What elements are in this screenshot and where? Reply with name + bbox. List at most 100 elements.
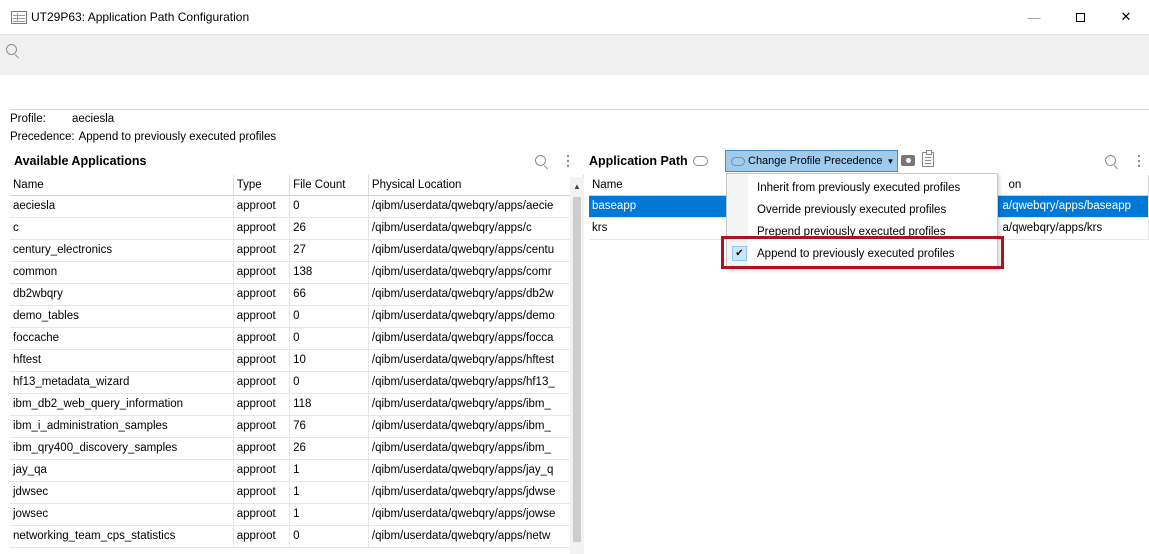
table-cell: 138 bbox=[289, 261, 369, 284]
table-row[interactable]: ibm_db2_web_query_information approot 118/… bbox=[10, 393, 585, 416]
table-cell: a/qwebqry/apps/krs bbox=[995, 217, 1149, 240]
table-cell: /qibm/userdata/qwebqry/apps/netw bbox=[368, 525, 585, 548]
search-icon[interactable] bbox=[6, 44, 19, 57]
table-cell: /qibm/userdata/qwebqry/apps/comr bbox=[368, 261, 585, 284]
change-profile-precedence-button[interactable]: Change Profile Precedence ▼ bbox=[725, 150, 898, 172]
table-cell: 76 bbox=[289, 415, 369, 438]
available-applications-table: Name Type File Count Physical Location aeci… bbox=[10, 175, 585, 548]
table-row[interactable]: jdwsec approot 1/qibm/userdata/qwebqry/app… bbox=[10, 481, 585, 504]
table-cell: /qibm/userdata/qwebqry/apps/hf13_ bbox=[368, 371, 585, 394]
table-row[interactable]: db2wbqry approot 66/qibm/userdata/qwebqry/… bbox=[10, 283, 585, 306]
table-cell: approot bbox=[233, 217, 291, 240]
column-header[interactable]: on bbox=[995, 175, 1149, 196]
clipboard-icon[interactable] bbox=[922, 150, 934, 167]
table-cell: approot bbox=[233, 393, 291, 416]
table-cell: ibm_i_administration_samples bbox=[10, 415, 234, 438]
table-cell: /qibm/userdata/qwebqry/apps/ibm_ bbox=[368, 415, 585, 438]
table-cell: /qibm/userdata/qwebqry/apps/ibm_ bbox=[368, 437, 585, 460]
table-cell: approot bbox=[233, 525, 291, 548]
maximize-button[interactable] bbox=[1057, 0, 1103, 34]
table-cell: /qibm/userdata/qwebqry/apps/aecie bbox=[368, 195, 585, 218]
table-cell: 1 bbox=[289, 481, 369, 504]
table-row[interactable]: hf13_metadata_wizard approot 0/qibm/userda… bbox=[10, 371, 585, 394]
search-icon[interactable] bbox=[1105, 155, 1118, 168]
table-row[interactable]: aeciesla approot 0/qibm/userdata/qwebqry/a… bbox=[10, 195, 585, 218]
table-cell: 26 bbox=[289, 217, 369, 240]
table-row[interactable]: common approot 138/qibm/userdata/qwebqry/a… bbox=[10, 261, 585, 284]
table-row[interactable]: c approot 26/qibm/userdata/qwebqry/apps/c bbox=[10, 217, 585, 240]
table-row[interactable]: foccache approot 0/qibm/userdata/qwebqry/a… bbox=[10, 327, 585, 350]
table-cell: db2wbqry bbox=[10, 283, 234, 306]
table-cell: century_electronics bbox=[10, 239, 234, 262]
table-row[interactable]: ibm_qry400_discovery_samples approot 26/qi… bbox=[10, 437, 585, 460]
table-row[interactable]: ibm_i_administration_samples approot 76/qi… bbox=[10, 415, 585, 438]
toolbar bbox=[0, 34, 1149, 75]
minimize-button[interactable]: — bbox=[1011, 0, 1057, 34]
table-cell: approot bbox=[233, 459, 291, 482]
table-cell: approot bbox=[233, 437, 291, 460]
table-cell: aeciesla bbox=[10, 195, 234, 218]
table-cell: 0 bbox=[289, 195, 369, 218]
table-cell: c bbox=[10, 217, 234, 240]
table-cell: /qibm/userdata/qwebqry/apps/ibm_ bbox=[368, 393, 585, 416]
menu-item-label: Inherit from previously executed profile… bbox=[757, 182, 961, 194]
column-header[interactable]: Name bbox=[10, 175, 234, 196]
column-header[interactable]: File Count bbox=[289, 175, 369, 196]
vertical-scrollbar[interactable]: ▲ bbox=[570, 177, 584, 554]
scroll-up-icon[interactable]: ▲ bbox=[573, 182, 581, 191]
table-cell: foccache bbox=[10, 327, 234, 350]
table-cell: 1 bbox=[289, 459, 369, 482]
table-row[interactable]: networking_team_cps_statistics approot 0/q… bbox=[10, 525, 585, 548]
table-cell: approot bbox=[233, 503, 291, 526]
table-cell: 0 bbox=[289, 525, 369, 548]
more-options-icon[interactable] bbox=[567, 155, 570, 168]
scrollbar-thumb[interactable] bbox=[573, 197, 581, 542]
table-cell: approot bbox=[233, 283, 291, 306]
table-cell: approot bbox=[233, 327, 291, 350]
refresh-icon[interactable] bbox=[692, 156, 708, 166]
table-cell: /qibm/userdata/qwebqry/apps/centu bbox=[368, 239, 585, 262]
table-row[interactable]: hftest approot 10/qibm/userdata/qwebqry/ap… bbox=[10, 349, 585, 372]
precedence-value: Append to previously executed profiles bbox=[78, 131, 277, 143]
table-cell: jowsec bbox=[10, 503, 234, 526]
window-controls: — ✕ bbox=[1011, 0, 1149, 34]
menu-item[interactable]: Inherit from previously executed profile… bbox=[727, 177, 997, 199]
table-cell: 66 bbox=[289, 283, 369, 306]
window-title: UT29P63: Application Path Configuration bbox=[31, 10, 250, 24]
table-cell: 26 bbox=[289, 437, 369, 460]
application-path-title: Application Path bbox=[589, 154, 688, 168]
table-row[interactable]: jowsec approot 1/qibm/userdata/qwebqry/app… bbox=[10, 503, 585, 526]
table-cell: hf13_metadata_wizard bbox=[10, 371, 234, 394]
close-button[interactable]: ✕ bbox=[1103, 0, 1149, 34]
table-cell: 0 bbox=[289, 371, 369, 394]
table-cell: approot bbox=[233, 195, 291, 218]
column-header[interactable]: Type bbox=[233, 175, 291, 196]
table-cell: 0 bbox=[289, 305, 369, 328]
camera-icon[interactable] bbox=[901, 155, 915, 166]
table-cell: /qibm/userdata/qwebqry/apps/hftest bbox=[368, 349, 585, 372]
table-cell: /qibm/userdata/qwebqry/apps/focca bbox=[368, 327, 585, 350]
profile-value: aeciesla bbox=[72, 113, 115, 125]
available-applications-title: Available Applications bbox=[14, 154, 147, 168]
column-header[interactable]: Physical Location bbox=[368, 175, 585, 196]
menu-item[interactable]: Override previously executed profiles bbox=[727, 199, 997, 221]
table-cell: jdwsec bbox=[10, 481, 234, 504]
profile-row: Profile: aeciesla bbox=[10, 111, 114, 128]
table-cell: approot bbox=[233, 415, 291, 438]
table-cell: common bbox=[10, 261, 234, 284]
table-cell: approot bbox=[233, 305, 291, 328]
table-cell: /qibm/userdata/qwebqry/apps/jay_q bbox=[368, 459, 585, 482]
table-row[interactable]: demo_tables approot 0/qibm/userdata/qwebqr… bbox=[10, 305, 585, 328]
table-cell: demo_tables bbox=[10, 305, 234, 328]
table-row[interactable]: century_electronics approot 27/qibm/userda… bbox=[10, 239, 585, 262]
table-cell: /qibm/userdata/qwebqry/apps/db2w bbox=[368, 283, 585, 306]
table-cell: 118 bbox=[289, 393, 369, 416]
table-cell: 10 bbox=[289, 349, 369, 372]
search-icon[interactable] bbox=[535, 155, 548, 168]
table-row[interactable]: jay_qa approot 1/qibm/userdata/qwebqry/app… bbox=[10, 459, 585, 482]
maximize-icon bbox=[1075, 12, 1085, 22]
table-cell: approot bbox=[233, 239, 291, 262]
table-cell: /qibm/userdata/qwebqry/apps/demo bbox=[368, 305, 585, 328]
title-bar: UT29P63: Application Path Configuration … bbox=[0, 0, 1149, 34]
more-options-icon[interactable] bbox=[1138, 155, 1141, 168]
